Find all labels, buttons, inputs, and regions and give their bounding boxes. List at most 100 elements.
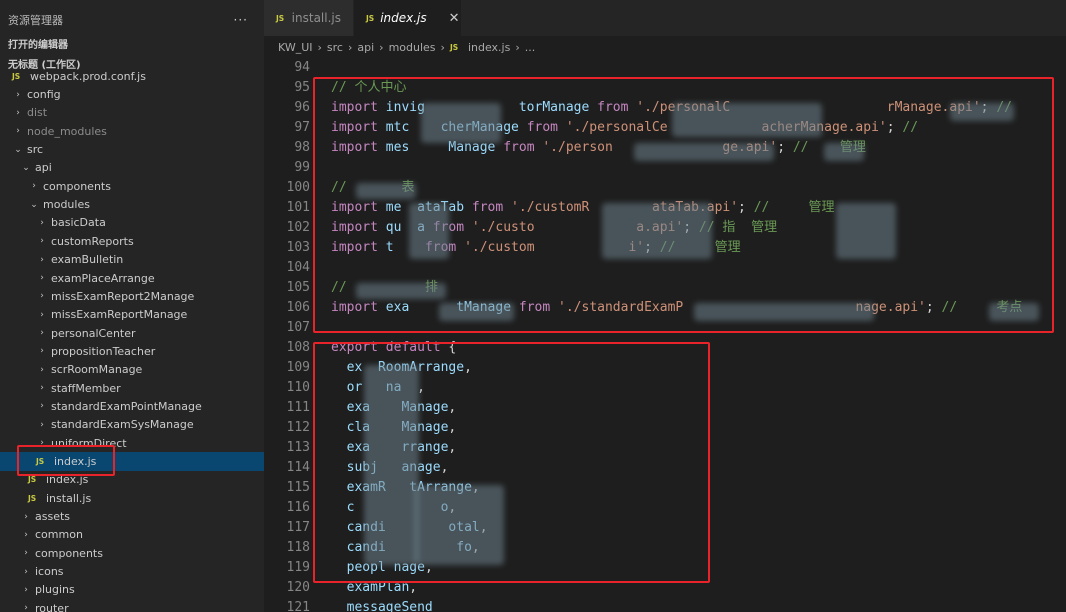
line-number: 118 xyxy=(286,540,310,555)
chevron-right-icon: › xyxy=(24,603,28,612)
chevron-right-icon: › xyxy=(16,126,20,137)
line-number: 96 xyxy=(294,100,310,115)
chevron-right-icon: › xyxy=(24,511,28,522)
js-file-icon: JS xyxy=(366,13,375,23)
chevron-down-icon: ⌄ xyxy=(30,199,38,210)
tree-item-label: src xyxy=(27,143,44,157)
tree-folder[interactable]: › missExamReportManage xyxy=(0,306,264,324)
highlight-box-selected-file xyxy=(17,445,115,476)
highlight-box-imports xyxy=(313,77,1054,333)
tree-item-label: modules xyxy=(43,198,90,212)
js-file-icon: JS xyxy=(449,42,459,52)
tree-folder[interactable]: › plugins xyxy=(0,581,264,599)
chevron-right-icon: › xyxy=(40,291,44,302)
chevron-right-icon: › xyxy=(40,346,44,357)
chevron-right-icon: › xyxy=(347,40,353,54)
chevron-right-icon: › xyxy=(317,40,322,54)
tree-item-label: webpack.prod.conf.js xyxy=(30,69,146,83)
line-number: 97 xyxy=(294,120,310,135)
tab-index-js[interactable]: JS index.js ✕ xyxy=(354,0,462,36)
close-icon[interactable]: ✕ xyxy=(449,11,460,26)
tree-folder[interactable]: › router xyxy=(0,599,264,612)
tree-item-label: examBulletin xyxy=(51,253,124,267)
tree-folder[interactable]: › personalCenter xyxy=(0,324,264,342)
tree-folder[interactable]: › node_modules xyxy=(0,122,264,140)
breadcrumb-item[interactable]: index.js xyxy=(468,41,510,54)
tree-item-label: missExamReportManage xyxy=(51,308,188,322)
tree-folder[interactable]: › staffMember xyxy=(0,379,264,397)
code-text: messageSend xyxy=(331,598,433,612)
editor-area: JS install.js JS index.js ✕ KW_UI › src › api › mo… xyxy=(264,0,1066,612)
tree-item-label: examPlaceArrange xyxy=(51,271,155,285)
tree-item-label: icons xyxy=(35,565,64,579)
tree-folder[interactable]: › components xyxy=(0,177,264,195)
chevron-right-icon: › xyxy=(379,40,384,54)
tree-item-label: standardExamPointManage xyxy=(51,399,202,413)
tree-folder[interactable]: › standardExamSysManage xyxy=(0,416,264,434)
tree-folder[interactable]: › examPlaceArrange xyxy=(0,269,264,287)
code-line: 121 messageSend xyxy=(264,598,1066,612)
tree-item-label: scrRoomManage xyxy=(51,363,143,377)
line-number: 103 xyxy=(286,240,310,255)
tree-folder[interactable]: › standardExamPointManage xyxy=(0,397,264,415)
tab-install-js[interactable]: JS install.js xyxy=(264,0,354,36)
chevron-right-icon: › xyxy=(40,364,44,375)
highlight-box-export-default xyxy=(313,342,710,583)
tree-item-label: customReports xyxy=(51,234,134,248)
more-actions-icon[interactable]: ··· xyxy=(234,13,248,27)
tree-folder[interactable]: › common xyxy=(0,526,264,544)
breadcrumb-item[interactable]: api xyxy=(357,41,374,54)
tree-folder[interactable]: › customReports xyxy=(0,232,264,250)
tree-item-label: api xyxy=(35,161,52,175)
line-number: 117 xyxy=(286,520,310,535)
line-number: 104 xyxy=(286,260,310,275)
chevron-right-icon: › xyxy=(40,217,44,228)
line-number: 106 xyxy=(286,300,310,315)
breadcrumb-item[interactable]: ... xyxy=(525,41,536,54)
tree-item-label: assets xyxy=(35,510,71,524)
chevron-right-icon: › xyxy=(24,548,28,559)
line-number: 113 xyxy=(286,440,310,455)
tree-item-label: node_modules xyxy=(27,124,107,138)
line-number: 119 xyxy=(286,560,310,575)
line-number: 114 xyxy=(286,460,310,475)
tree-item-label: common xyxy=(35,528,83,542)
explorer-header: 资源管理器 ··· xyxy=(0,0,264,40)
tree-folder[interactable]: › examBulletin xyxy=(0,251,264,269)
tree-item-label: standardExamSysManage xyxy=(51,418,194,432)
tree-folder[interactable]: › propositionTeacher xyxy=(0,342,264,360)
tree-folder[interactable]: › assets xyxy=(0,507,264,525)
tree-folder[interactable]: › icons xyxy=(0,562,264,580)
line-number: 98 xyxy=(294,140,310,155)
chevron-right-icon: › xyxy=(40,254,44,265)
chevron-right-icon: › xyxy=(40,383,44,394)
line-number: 109 xyxy=(286,360,310,375)
chevron-right-icon: › xyxy=(16,89,20,100)
open-editors-section[interactable]: 打开的编辑器 xyxy=(0,38,264,54)
tree-folder[interactable]: ⌄ src xyxy=(0,140,264,158)
tree-folder[interactable]: › missExamReport2Manage xyxy=(0,287,264,305)
chevron-right-icon: › xyxy=(40,236,44,247)
chevron-down-icon: ⌄ xyxy=(22,162,30,173)
tree-item-label: basicData xyxy=(51,216,106,230)
breadcrumb-item[interactable]: KW_UI xyxy=(278,41,313,54)
line-number: 101 xyxy=(286,200,310,215)
tree-folder[interactable]: › basicData xyxy=(0,214,264,232)
chevron-right-icon: › xyxy=(40,419,44,430)
tree-folder[interactable]: › dist xyxy=(0,104,264,122)
breadcrumb-item[interactable]: modules xyxy=(389,41,436,54)
tree-file[interactable]: JS webpack.prod.conf.js xyxy=(0,67,264,85)
tree-item-label: install.js xyxy=(46,491,92,505)
chevron-right-icon: › xyxy=(40,309,44,320)
tree-folder[interactable]: ⌄ api xyxy=(0,159,264,177)
tree-folder[interactable]: › config xyxy=(0,85,264,103)
tree-folder[interactable]: › components xyxy=(0,544,264,562)
breadcrumb-item[interactable]: src xyxy=(327,41,343,54)
js-file-icon: JS xyxy=(276,13,285,23)
js-file-icon: JS xyxy=(28,475,37,485)
chevron-right-icon: › xyxy=(440,40,445,54)
tree-file[interactable]: JS install.js xyxy=(0,489,264,507)
js-file-icon: JS xyxy=(28,493,37,503)
tree-folder[interactable]: › scrRoomManage xyxy=(0,361,264,379)
tree-folder[interactable]: ⌄ modules xyxy=(0,195,264,213)
